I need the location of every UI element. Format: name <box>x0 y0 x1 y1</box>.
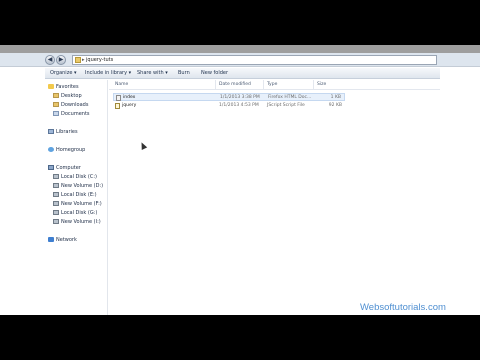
drive-icon <box>53 219 59 224</box>
column-divider[interactable] <box>215 80 216 90</box>
file-list: Name Date modified Type Size index 1/1/2… <box>109 80 440 315</box>
nav-item-drive-c[interactable]: Local Disk (C:) <box>53 174 97 182</box>
file-size: 1 KB <box>330 95 341 100</box>
column-divider[interactable] <box>263 80 264 90</box>
drive-icon <box>53 210 59 215</box>
nav-label: New Volume (I:) <box>61 219 101 225</box>
nav-item-drive-f[interactable]: New Volume (F:) <box>53 201 102 209</box>
nav-label: Local Disk (C:) <box>61 174 97 180</box>
file-name: jquery <box>122 103 137 108</box>
column-headers: Name Date modified Type Size <box>109 80 440 90</box>
drive-icon <box>53 192 59 197</box>
nav-item-desktop[interactable]: Desktop <box>53 93 82 101</box>
file-type: Firefox HTML Doc... <box>268 95 312 100</box>
watermark: Websoftutorials.com <box>360 302 446 313</box>
nav-item-drive-g[interactable]: Local Disk (G:) <box>53 210 97 218</box>
share-with-button[interactable]: Share with ▾ <box>137 70 168 76</box>
drive-icon <box>53 201 59 206</box>
drive-icon <box>53 174 59 179</box>
homegroup-icon <box>48 147 54 152</box>
nav-libraries[interactable]: Libraries <box>48 129 78 137</box>
nav-label: Computer <box>56 165 81 171</box>
documents-icon <box>53 111 59 116</box>
breadcrumb[interactable]: jquery-tuts <box>86 57 113 63</box>
drive-icon <box>53 183 59 188</box>
nav-label: Local Disk (E:) <box>61 192 97 198</box>
organize-button[interactable]: Organize ▾ <box>50 70 77 76</box>
nav-label: Network <box>56 237 77 243</box>
folder-icon <box>75 57 81 63</box>
nav-label: Desktop <box>61 93 82 99</box>
nav-label: Local Disk (G:) <box>61 210 98 216</box>
nav-item-drive-d[interactable]: New Volume (D:) <box>53 183 103 191</box>
column-header-size[interactable]: Size <box>317 82 326 87</box>
column-header-type[interactable]: Type <box>267 82 277 87</box>
include-in-library-button[interactable]: Include in library ▾ <box>85 70 131 76</box>
command-bar: Organize ▾ Include in library ▾ Share wi… <box>45 68 440 79</box>
back-button[interactable]: ◀ <box>45 55 55 65</box>
title-bar <box>0 45 480 53</box>
script-file-icon <box>115 103 120 109</box>
navigation-pane: Favorites Desktop Downloads Documents Li… <box>45 80 108 315</box>
file-name: index <box>123 95 136 100</box>
address-bar[interactable]: ▸ jquery-tuts <box>72 55 437 65</box>
nav-label: Favorites <box>56 84 79 90</box>
nav-label: Downloads <box>61 102 89 108</box>
forward-button[interactable]: ▶ <box>56 55 66 65</box>
downloads-icon <box>53 102 59 107</box>
nav-label: New Volume (D:) <box>61 183 104 189</box>
file-date: 1/1/2013 3:38 PM <box>220 95 260 100</box>
nav-label: Documents <box>61 111 90 117</box>
burn-button[interactable]: Burn <box>178 70 190 76</box>
nav-computer[interactable]: Computer <box>48 165 81 173</box>
nav-item-drive-e[interactable]: Local Disk (E:) <box>53 192 97 200</box>
file-size: 92 KB <box>328 103 342 108</box>
file-row-index[interactable]: index 1/1/2013 3:38 PM Firefox HTML Doc.… <box>113 93 345 101</box>
star-icon <box>48 84 54 89</box>
letterbox-bottom <box>0 315 480 360</box>
letterbox-top <box>0 0 480 45</box>
libraries-icon <box>48 129 54 134</box>
column-divider[interactable] <box>313 80 314 90</box>
network-icon <box>48 237 54 242</box>
breadcrumb-separator: ▸ <box>82 57 85 63</box>
address-row: ◀ ▶ ▸ jquery-tuts <box>0 53 480 67</box>
column-header-date[interactable]: Date modified <box>219 82 251 87</box>
desktop-icon <box>53 93 59 98</box>
nav-label: New Volume (F:) <box>61 201 102 207</box>
nav-item-downloads[interactable]: Downloads <box>53 102 88 110</box>
file-row-jquery[interactable]: jquery 1/1/2013 4:53 PM JScript Script F… <box>113 102 345 110</box>
nav-item-documents[interactable]: Documents <box>53 111 90 119</box>
file-type: JScript Script File <box>267 103 305 108</box>
file-date: 1/1/2013 4:53 PM <box>219 103 259 108</box>
column-header-name[interactable]: Name <box>115 82 128 87</box>
explorer-window: ◀ ▶ ▸ jquery-tuts Organize ▾ Include in … <box>0 45 480 315</box>
nav-item-drive-i[interactable]: New Volume (I:) <box>53 219 101 227</box>
nav-label: Libraries <box>56 129 78 135</box>
nav-favorites[interactable]: Favorites <box>48 84 79 92</box>
computer-icon <box>48 165 54 170</box>
new-folder-button[interactable]: New folder <box>201 70 228 76</box>
nav-network[interactable]: Network <box>48 237 77 245</box>
html-file-icon <box>116 95 121 101</box>
nav-homegroup[interactable]: Homegroup <box>48 147 85 155</box>
nav-label: Homegroup <box>56 147 86 153</box>
